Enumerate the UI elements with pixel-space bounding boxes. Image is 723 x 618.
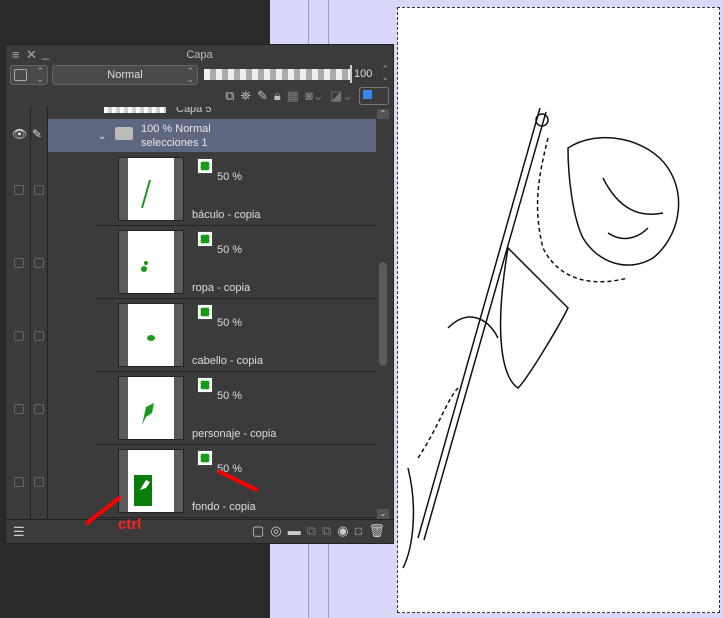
layer-color-icon	[197, 450, 213, 466]
layer-properties-icon[interactable]: ☰	[13, 524, 25, 540]
panel-titlebar: ≡ ✕ _ Capa	[6, 45, 393, 65]
transfer-down-icon[interactable]: ⧉	[307, 523, 316, 539]
layer-opacity: 50 %	[217, 171, 243, 183]
lock-checkbox[interactable]	[34, 404, 44, 414]
layer-toolbar: ⧉ ⛯ ✎ 🔒︎ ▦ ◙⌄ ◪⌄	[225, 86, 389, 106]
opacity-value[interactable]: 100	[354, 68, 372, 80]
layer-row[interactable]: 50 % cabello - copia	[6, 299, 376, 372]
layer-name: personaje - copia	[192, 428, 277, 440]
apply-mask-icon[interactable]: ◘	[355, 523, 363, 539]
layer-row[interactable]: 50 % báculo - copia	[6, 153, 376, 226]
layer-panel-footer: ☰ ▢ ◎ ▬ ⧉ ⧉ ◉ ◘ 🗑︎	[6, 519, 393, 543]
layer-name: fondo - copia	[192, 501, 256, 513]
drawing-canvas[interactable]	[397, 7, 720, 613]
layer-row[interactable]: 50 % personaje - copia	[6, 372, 376, 445]
delete-layer-icon[interactable]: 🗑︎	[368, 523, 385, 539]
layer-thumbnail	[118, 376, 184, 440]
layer-opacity: 50 %	[217, 390, 243, 402]
ruler-icon[interactable]: ◪⌄	[330, 88, 353, 104]
reference-layer-icon[interactable]: ⛯	[241, 88, 251, 104]
lock-checkbox[interactable]	[34, 331, 44, 341]
eye-icon[interactable]: 👁︎	[12, 127, 27, 141]
layer-name: Capa 5	[176, 107, 212, 115]
pen-icon[interactable]: ✎	[32, 127, 42, 141]
layer-color-select[interactable]: ⌃ ⌄	[10, 65, 48, 85]
layer-color-icon	[197, 231, 213, 247]
visibility-checkbox[interactable]	[14, 404, 24, 414]
layer-thumbnail	[118, 157, 184, 221]
opacity-slider-handle[interactable]	[350, 65, 352, 83]
blend-mode-select[interactable]: Normal ⌃ ⌄	[52, 65, 198, 85]
chevron-down-icon[interactable]: ⌄	[98, 131, 106, 142]
scroll-down-button[interactable]: ⌄	[377, 509, 389, 519]
visibility-checkbox[interactable]	[14, 258, 24, 268]
character-lineart	[402, 107, 680, 569]
blend-mode-value: Normal	[107, 69, 143, 81]
layer-color-icon[interactable]	[359, 87, 389, 105]
layer-name: ropa - copia	[192, 282, 251, 294]
merge-down-icon[interactable]: ⧉	[322, 523, 331, 539]
layer-list-scrollbar[interactable]: ⌃ ⌄	[377, 107, 389, 519]
new-raster-layer-icon[interactable]: ▢	[252, 523, 264, 539]
opacity-spinner[interactable]: ⌃ ⌄	[381, 65, 389, 82]
new-folder-icon[interactable]: ▬	[288, 523, 301, 539]
visibility-checkbox[interactable]	[14, 185, 24, 195]
lock-checkbox[interactable]	[34, 258, 44, 268]
folder-icon	[115, 127, 133, 140]
layer-name: báculo - copia	[192, 209, 261, 221]
opacity-slider[interactable]	[204, 69, 350, 80]
visibility-checkbox[interactable]	[14, 331, 24, 341]
layer-opacity: 50 %	[217, 317, 243, 329]
layer-name: cabello - copia	[192, 355, 263, 367]
panel-title: Capa	[186, 49, 213, 61]
layer-opacity: 50 %	[217, 244, 243, 256]
layer-thumbnail	[118, 449, 184, 513]
layer-list: Capa 5 ⌄ 100 % Normal selecciones 1 👁︎ ✎…	[6, 107, 393, 519]
layer-color-icon	[197, 304, 213, 320]
folder-blend-info: 100 % Normal	[141, 123, 211, 135]
folder-selecciones-1[interactable]: ⌄ 100 % Normal selecciones 1	[48, 119, 376, 152]
new-vector-layer-icon[interactable]: ◎	[270, 523, 281, 539]
layer-thumbnail	[118, 303, 184, 367]
layer-thumbnail	[118, 230, 184, 294]
folder-name: selecciones 1	[141, 137, 208, 149]
layer-row[interactable]: 50 % fondo - copia	[6, 445, 376, 518]
scrollbar-thumb[interactable]	[379, 262, 387, 366]
lock-checkbox[interactable]	[34, 185, 44, 195]
lock-checkbox[interactable]	[34, 477, 44, 487]
mask-icon[interactable]: ◙⌄	[305, 88, 324, 104]
lock-icon[interactable]: 🔒︎	[274, 88, 281, 104]
layer-color-icon	[197, 158, 213, 174]
layer-mask-icon[interactable]: ◉	[337, 523, 348, 539]
layer-capa-5[interactable]: Capa 5	[104, 107, 211, 115]
visibility-checkbox[interactable]	[14, 477, 24, 487]
draft-layer-icon[interactable]: ✎	[257, 88, 268, 104]
layer-panel: ≡ ✕ _ Capa ⌃ ⌄ Normal ⌃ ⌄ 100 ⌃ ⌄ ⧉ ⛯ ✎ 🔒︎ ▦…	[5, 44, 394, 544]
scroll-up-button[interactable]: ⌃	[377, 109, 389, 119]
clip-icon[interactable]: ⧉	[225, 88, 234, 104]
lock-transparency-icon[interactable]: ▦	[287, 88, 299, 104]
layer-row[interactable]: 50 % ropa - copia	[6, 226, 376, 299]
ctrl-annotation: ctrl	[118, 516, 142, 533]
layer-color-icon	[197, 377, 213, 393]
